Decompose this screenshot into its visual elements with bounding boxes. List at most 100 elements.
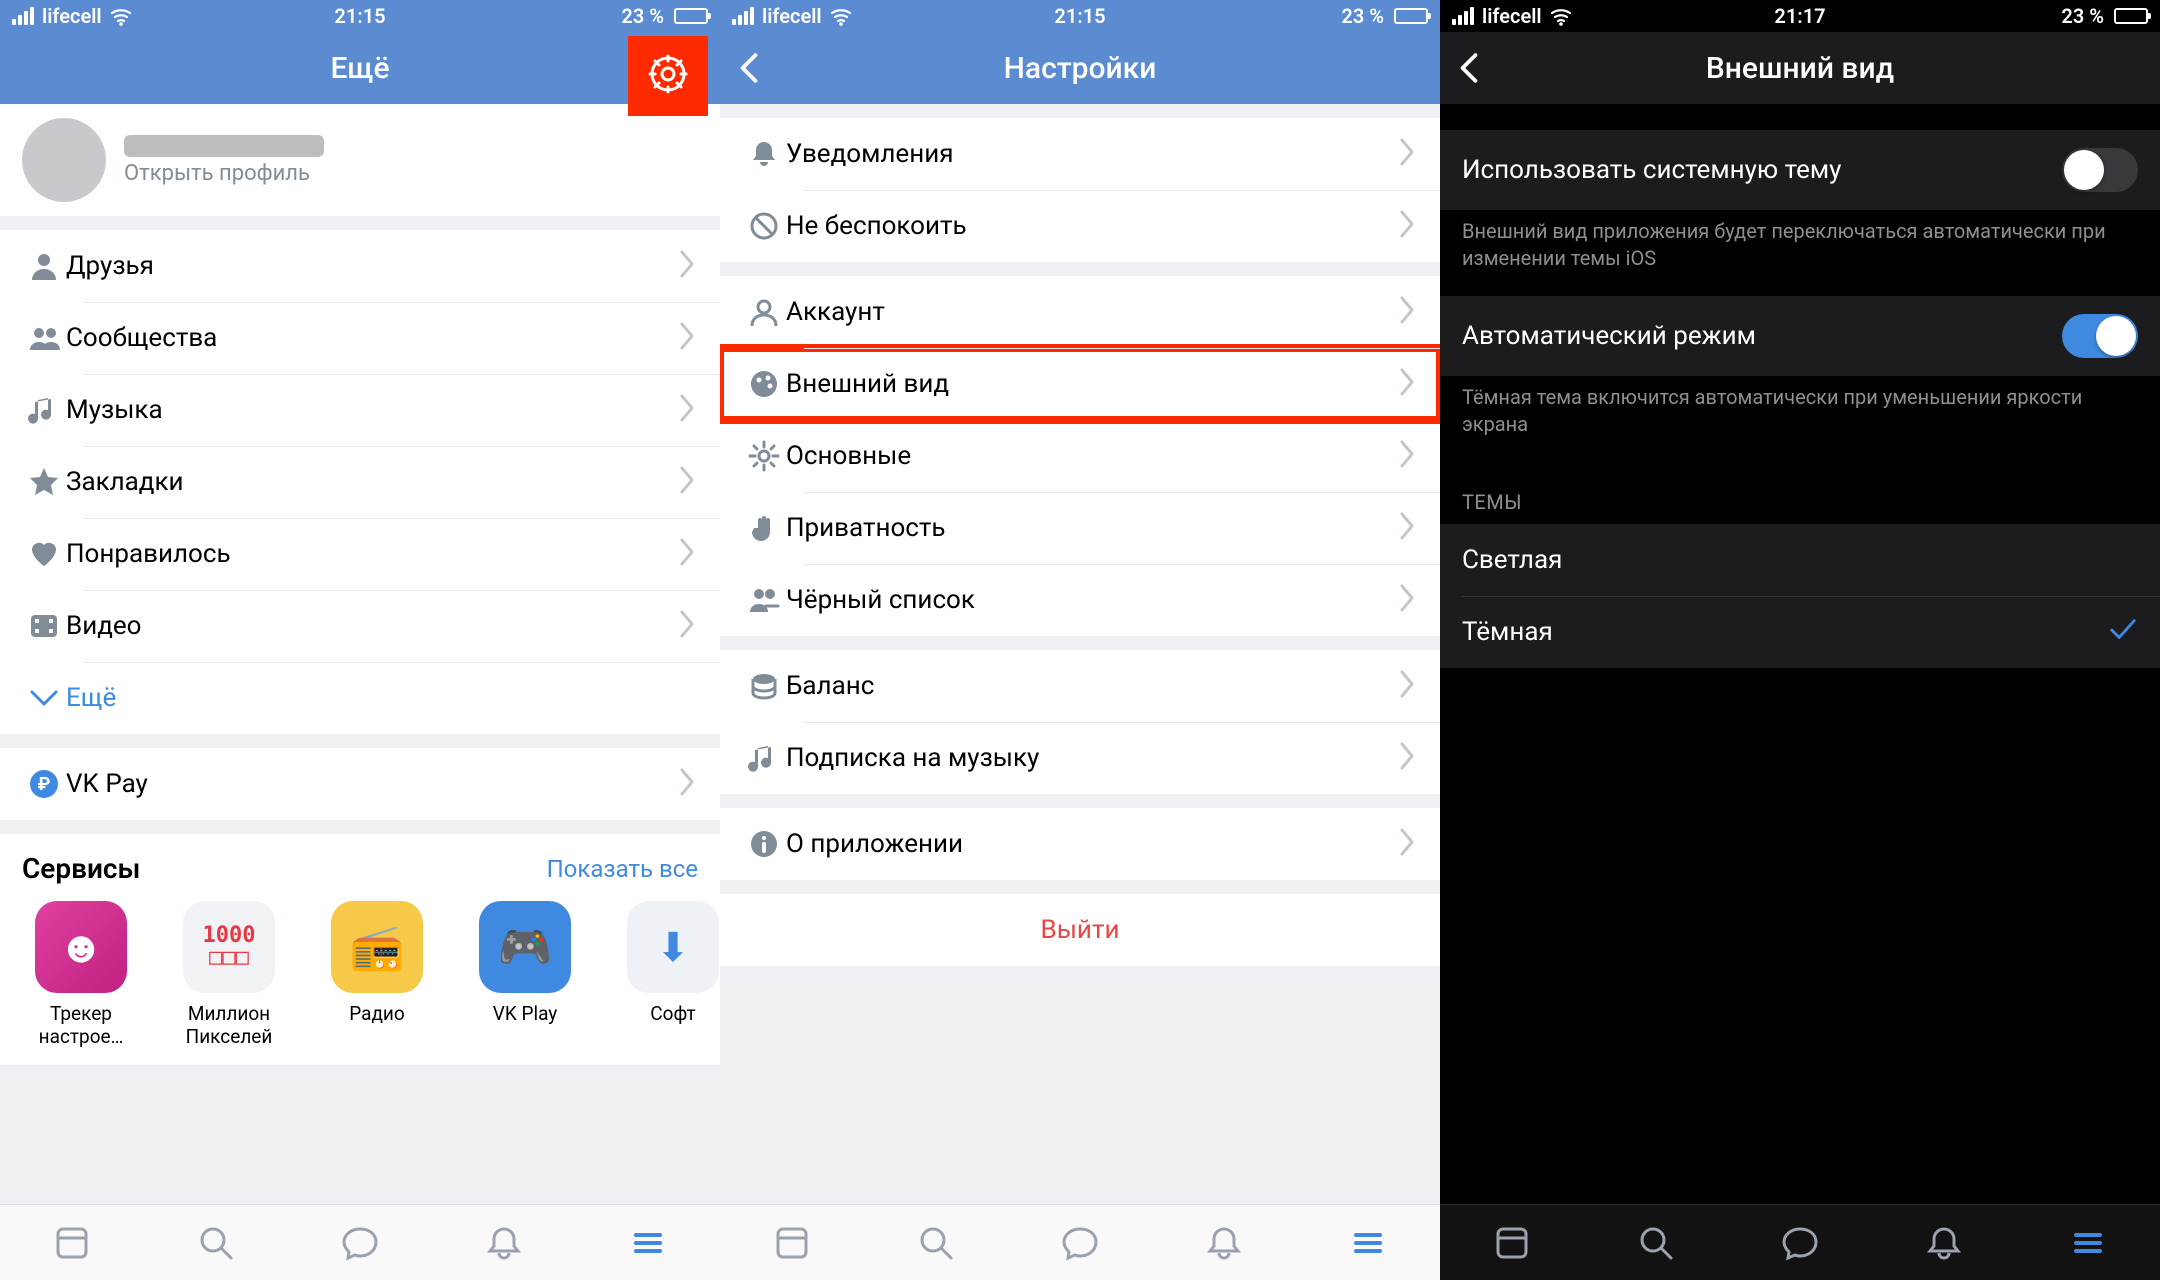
header: Внешний вид <box>1440 32 2160 104</box>
setting-system-theme[interactable]: Использовать системную тему <box>1440 130 2160 210</box>
tab-menu[interactable] <box>576 1205 720 1280</box>
service-radio[interactable]: 📻 Радио <box>318 901 436 1049</box>
chevron-right-icon <box>680 538 698 570</box>
system-theme-desc: Внешний вид приложения будет переключать… <box>1440 210 2160 296</box>
coins-icon <box>742 670 786 702</box>
theme-dark-option[interactable]: Тёмная <box>1440 596 2160 668</box>
menu-communities[interactable]: Сообщества <box>0 302 720 374</box>
tab-feed[interactable] <box>720 1205 864 1280</box>
signal-icon <box>12 7 34 25</box>
tab-menu[interactable] <box>1296 1205 1440 1280</box>
tab-messages[interactable] <box>1728 1205 1872 1280</box>
profile-row[interactable]: Открыть профиль <box>0 104 720 216</box>
carrier-label: lifecell <box>42 4 102 28</box>
settings-button[interactable] <box>628 36 708 116</box>
tab-notifications[interactable] <box>1872 1205 2016 1280</box>
back-button[interactable] <box>1458 53 1514 83</box>
battery-icon <box>674 8 708 24</box>
header: Настройки <box>720 32 1440 104</box>
bookmark-icon <box>22 466 66 498</box>
logout-button[interactable]: Выйти <box>720 894 1440 966</box>
chevron-right-icon <box>1400 828 1418 860</box>
battery-icon <box>2114 8 2148 24</box>
palette-icon <box>742 368 786 400</box>
tab-search[interactable] <box>1584 1205 1728 1280</box>
status-bar: lifecell 21:15 23 % <box>720 0 1440 32</box>
tab-messages[interactable] <box>288 1205 432 1280</box>
tab-feed[interactable] <box>1440 1205 1584 1280</box>
clock: 21:15 <box>964 4 1196 28</box>
menu-liked[interactable]: Понравилось <box>0 518 720 590</box>
hand-icon <box>742 512 786 544</box>
menu-friends[interactable]: Друзья <box>0 230 720 302</box>
settings-general[interactable]: Основные <box>720 420 1440 492</box>
chevron-right-icon <box>1400 584 1418 616</box>
chevron-right-icon <box>1400 296 1418 328</box>
signal-icon <box>732 7 754 25</box>
chevron-right-icon <box>680 394 698 426</box>
chevron-down-icon <box>22 682 66 714</box>
person-icon <box>22 250 66 282</box>
panel-more: lifecell 21:15 23 % Ещё Открыть профиль <box>0 0 720 1280</box>
tabbar <box>1440 1204 2160 1280</box>
menu-video[interactable]: Видео <box>0 590 720 662</box>
settings-blacklist[interactable]: Чёрный список <box>720 564 1440 636</box>
wifi-icon <box>110 5 132 27</box>
themes-header: ТЕМЫ <box>1440 462 2160 524</box>
setting-auto-mode[interactable]: Автоматический режим <box>1440 296 2160 376</box>
chevron-right-icon <box>1400 210 1418 242</box>
chevron-right-icon <box>1400 670 1418 702</box>
tabbar <box>720 1204 1440 1280</box>
check-icon <box>2108 615 2138 649</box>
tab-search[interactable] <box>864 1205 1008 1280</box>
panel-appearance: lifecell 21:17 23 % Внешний вид Использо… <box>1440 0 2160 1280</box>
tab-search[interactable] <box>144 1205 288 1280</box>
settings-privacy[interactable]: Приватность <box>720 492 1440 564</box>
tab-notifications[interactable] <box>432 1205 576 1280</box>
menu-music[interactable]: Музыка <box>0 374 720 446</box>
carrier-label: lifecell <box>1482 4 1542 28</box>
service-vkplay[interactable]: 🎮 VK Play <box>466 901 584 1049</box>
services-show-all[interactable]: Показать все <box>547 855 698 883</box>
services-scroll[interactable]: ☻ Трекер настрое… 1000□□□ Миллион Пиксел… <box>0 895 720 1065</box>
theme-light-option[interactable]: Светлая <box>1440 524 2160 596</box>
group-icon <box>22 322 66 354</box>
tab-messages[interactable] <box>1008 1205 1152 1280</box>
service-million-pixels[interactable]: 1000□□□ Миллион Пикселей <box>170 901 288 1049</box>
chevron-right-icon <box>1400 742 1418 774</box>
tab-feed[interactable] <box>0 1205 144 1280</box>
status-bar: lifecell 21:17 23 % <box>1440 0 2160 32</box>
avatar <box>22 118 106 202</box>
signal-icon <box>1452 7 1474 25</box>
ruble-icon <box>22 768 66 800</box>
settings-music-sub[interactable]: Подписка на музыку <box>720 722 1440 794</box>
settings-dnd[interactable]: Не беспокоить <box>720 190 1440 262</box>
settings-appearance[interactable]: Внешний вид <box>720 348 1440 420</box>
back-button[interactable] <box>738 53 794 83</box>
menu-vkpay[interactable]: VK Pay <box>0 748 720 820</box>
service-soft[interactable]: ⬇ Софт <box>614 901 720 1049</box>
menu-more[interactable]: Ещё <box>0 662 720 734</box>
tabbar <box>0 1204 720 1280</box>
menu-bookmarks[interactable]: Закладки <box>0 446 720 518</box>
tab-notifications[interactable] <box>1152 1205 1296 1280</box>
settings-notifications[interactable]: Уведомления <box>720 118 1440 190</box>
account-icon <box>742 296 786 328</box>
tab-menu[interactable] <box>2016 1205 2160 1280</box>
auto-mode-toggle[interactable] <box>2062 314 2138 358</box>
profile-name-redacted <box>124 135 324 157</box>
blacklist-icon <box>742 584 786 616</box>
settings-balance[interactable]: Баланс <box>720 650 1440 722</box>
music-icon <box>22 394 66 426</box>
settings-account[interactable]: Аккаунт <box>720 276 1440 348</box>
system-theme-toggle[interactable] <box>2062 148 2138 192</box>
info-icon <box>742 828 786 860</box>
service-tracker[interactable]: ☻ Трекер настрое… <box>22 901 140 1049</box>
page-title: Настройки <box>794 51 1366 86</box>
back-icon <box>1458 53 1480 83</box>
chevron-right-icon <box>1400 440 1418 472</box>
settings-about[interactable]: О приложении <box>720 808 1440 880</box>
chevron-right-icon <box>1400 512 1418 544</box>
auto-mode-desc: Тёмная тема включится автоматически при … <box>1440 376 2160 462</box>
back-icon <box>738 53 760 83</box>
